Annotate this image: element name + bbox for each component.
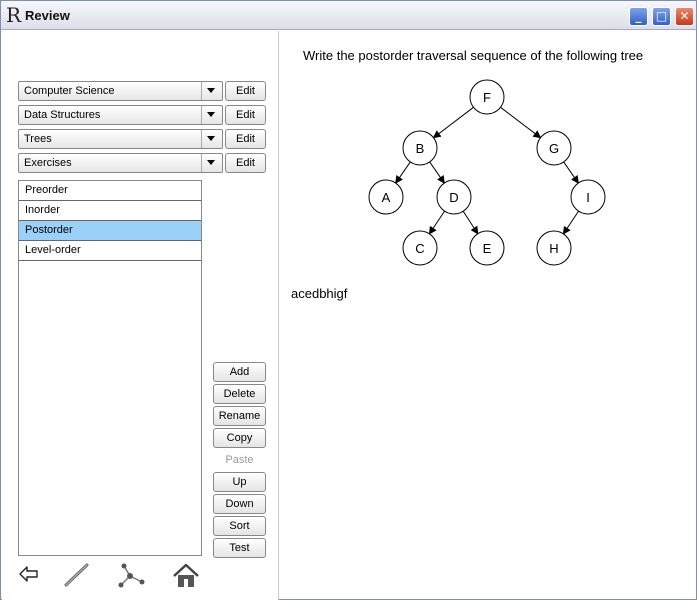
answer-text: acedbhigf	[291, 286, 348, 301]
pencil-icon[interactable]	[62, 562, 90, 588]
tree-node-label: A	[382, 190, 391, 205]
navigation-panel: Computer Science Edit Data Structures Ed…	[2, 31, 279, 600]
category-select-value: Computer Science	[24, 85, 115, 97]
tree-edge-B-A	[395, 161, 411, 184]
chevron-down-icon	[207, 88, 215, 93]
tree-node-D: D	[436, 179, 472, 215]
tree-edge-G-I	[563, 161, 579, 184]
chevron-down-icon	[207, 136, 215, 141]
maximize-button[interactable]: □	[652, 7, 671, 26]
tree-edge-D-C	[428, 210, 445, 235]
tree-node-G: G	[536, 130, 572, 166]
list-item[interactable]: Preorder	[19, 181, 201, 201]
close-button[interactable]: ✕	[675, 7, 694, 26]
title-bar[interactable]: R Review _ □ ✕	[1, 1, 696, 30]
tree-edge-B-D	[429, 161, 445, 184]
add-button[interactable]: Add	[213, 362, 266, 382]
tree-node-B: B	[402, 130, 438, 166]
edit-category-button[interactable]: Edit	[225, 81, 266, 101]
window-title: Review	[25, 8, 70, 23]
subject-select[interactable]: Data Structures	[18, 105, 223, 125]
tree-node-label: D	[449, 190, 458, 205]
tree-edge-D-E	[462, 211, 479, 235]
question-text: Write the postorder traversal sequence o…	[303, 48, 644, 63]
tree-node-A: A	[368, 179, 404, 215]
copy-button[interactable]: Copy	[213, 428, 266, 448]
tree-node-label: G	[549, 141, 559, 156]
category-select[interactable]: Computer Science	[18, 81, 223, 101]
edit-subject-button[interactable]: Edit	[225, 105, 266, 125]
tree-node-C: C	[402, 230, 438, 266]
rename-button[interactable]: Rename	[213, 406, 266, 426]
graph-icon[interactable]	[116, 562, 146, 590]
item-list[interactable]: Preorder Inorder Postorder Level-order	[18, 180, 202, 556]
down-button[interactable]: Down	[213, 494, 266, 514]
chevron-down-icon	[207, 160, 215, 165]
list-item[interactable]: Level-order	[19, 241, 201, 261]
tree-edge-F-B	[432, 106, 474, 139]
edit-section-button[interactable]: Edit	[225, 153, 266, 173]
tree-edges	[395, 106, 579, 235]
home-icon[interactable]	[172, 562, 200, 590]
back-arrow-icon[interactable]	[18, 562, 40, 586]
tree-node-label: I	[586, 190, 590, 205]
subject-select-value: Data Structures	[24, 109, 101, 121]
paste-button[interactable]: Paste	[213, 450, 266, 470]
up-button[interactable]: Up	[213, 472, 266, 492]
list-item-selected[interactable]: Postorder	[19, 221, 201, 241]
section-select-value: Exercises	[24, 157, 72, 169]
tree-node-label: C	[415, 241, 424, 256]
review-window: R Review _ □ ✕ Computer Science Edit Dat…	[0, 0, 697, 600]
tree-node-label: H	[549, 241, 558, 256]
tree-edge-I-H	[562, 210, 579, 235]
minimize-button[interactable]: _	[629, 7, 648, 26]
topic-select[interactable]: Trees	[18, 129, 223, 149]
topic-select-value: Trees	[24, 133, 52, 145]
binary-tree-diagram: F B G A D I C E H	[368, 79, 606, 266]
tree-node-I: I	[570, 179, 606, 215]
sort-button[interactable]: Sort	[213, 516, 266, 536]
tree-nodes: F B G A D I C E H	[368, 79, 606, 266]
tree-node-E: E	[469, 230, 505, 266]
section-select[interactable]: Exercises	[18, 153, 223, 173]
app-logo-icon: R	[6, 3, 22, 27]
tree-node-H: H	[536, 230, 572, 266]
chevron-down-icon	[207, 112, 215, 117]
delete-button[interactable]: Delete	[213, 384, 266, 404]
tree-node-label: B	[416, 141, 425, 156]
list-item[interactable]: Inorder	[19, 201, 201, 221]
edit-topic-button[interactable]: Edit	[225, 129, 266, 149]
tree-node-label: E	[483, 241, 492, 256]
tree-edge-F-G	[500, 106, 542, 139]
tree-node-label: F	[483, 90, 491, 105]
test-button[interactable]: Test	[213, 538, 266, 558]
tree-node-F: F	[469, 79, 505, 115]
